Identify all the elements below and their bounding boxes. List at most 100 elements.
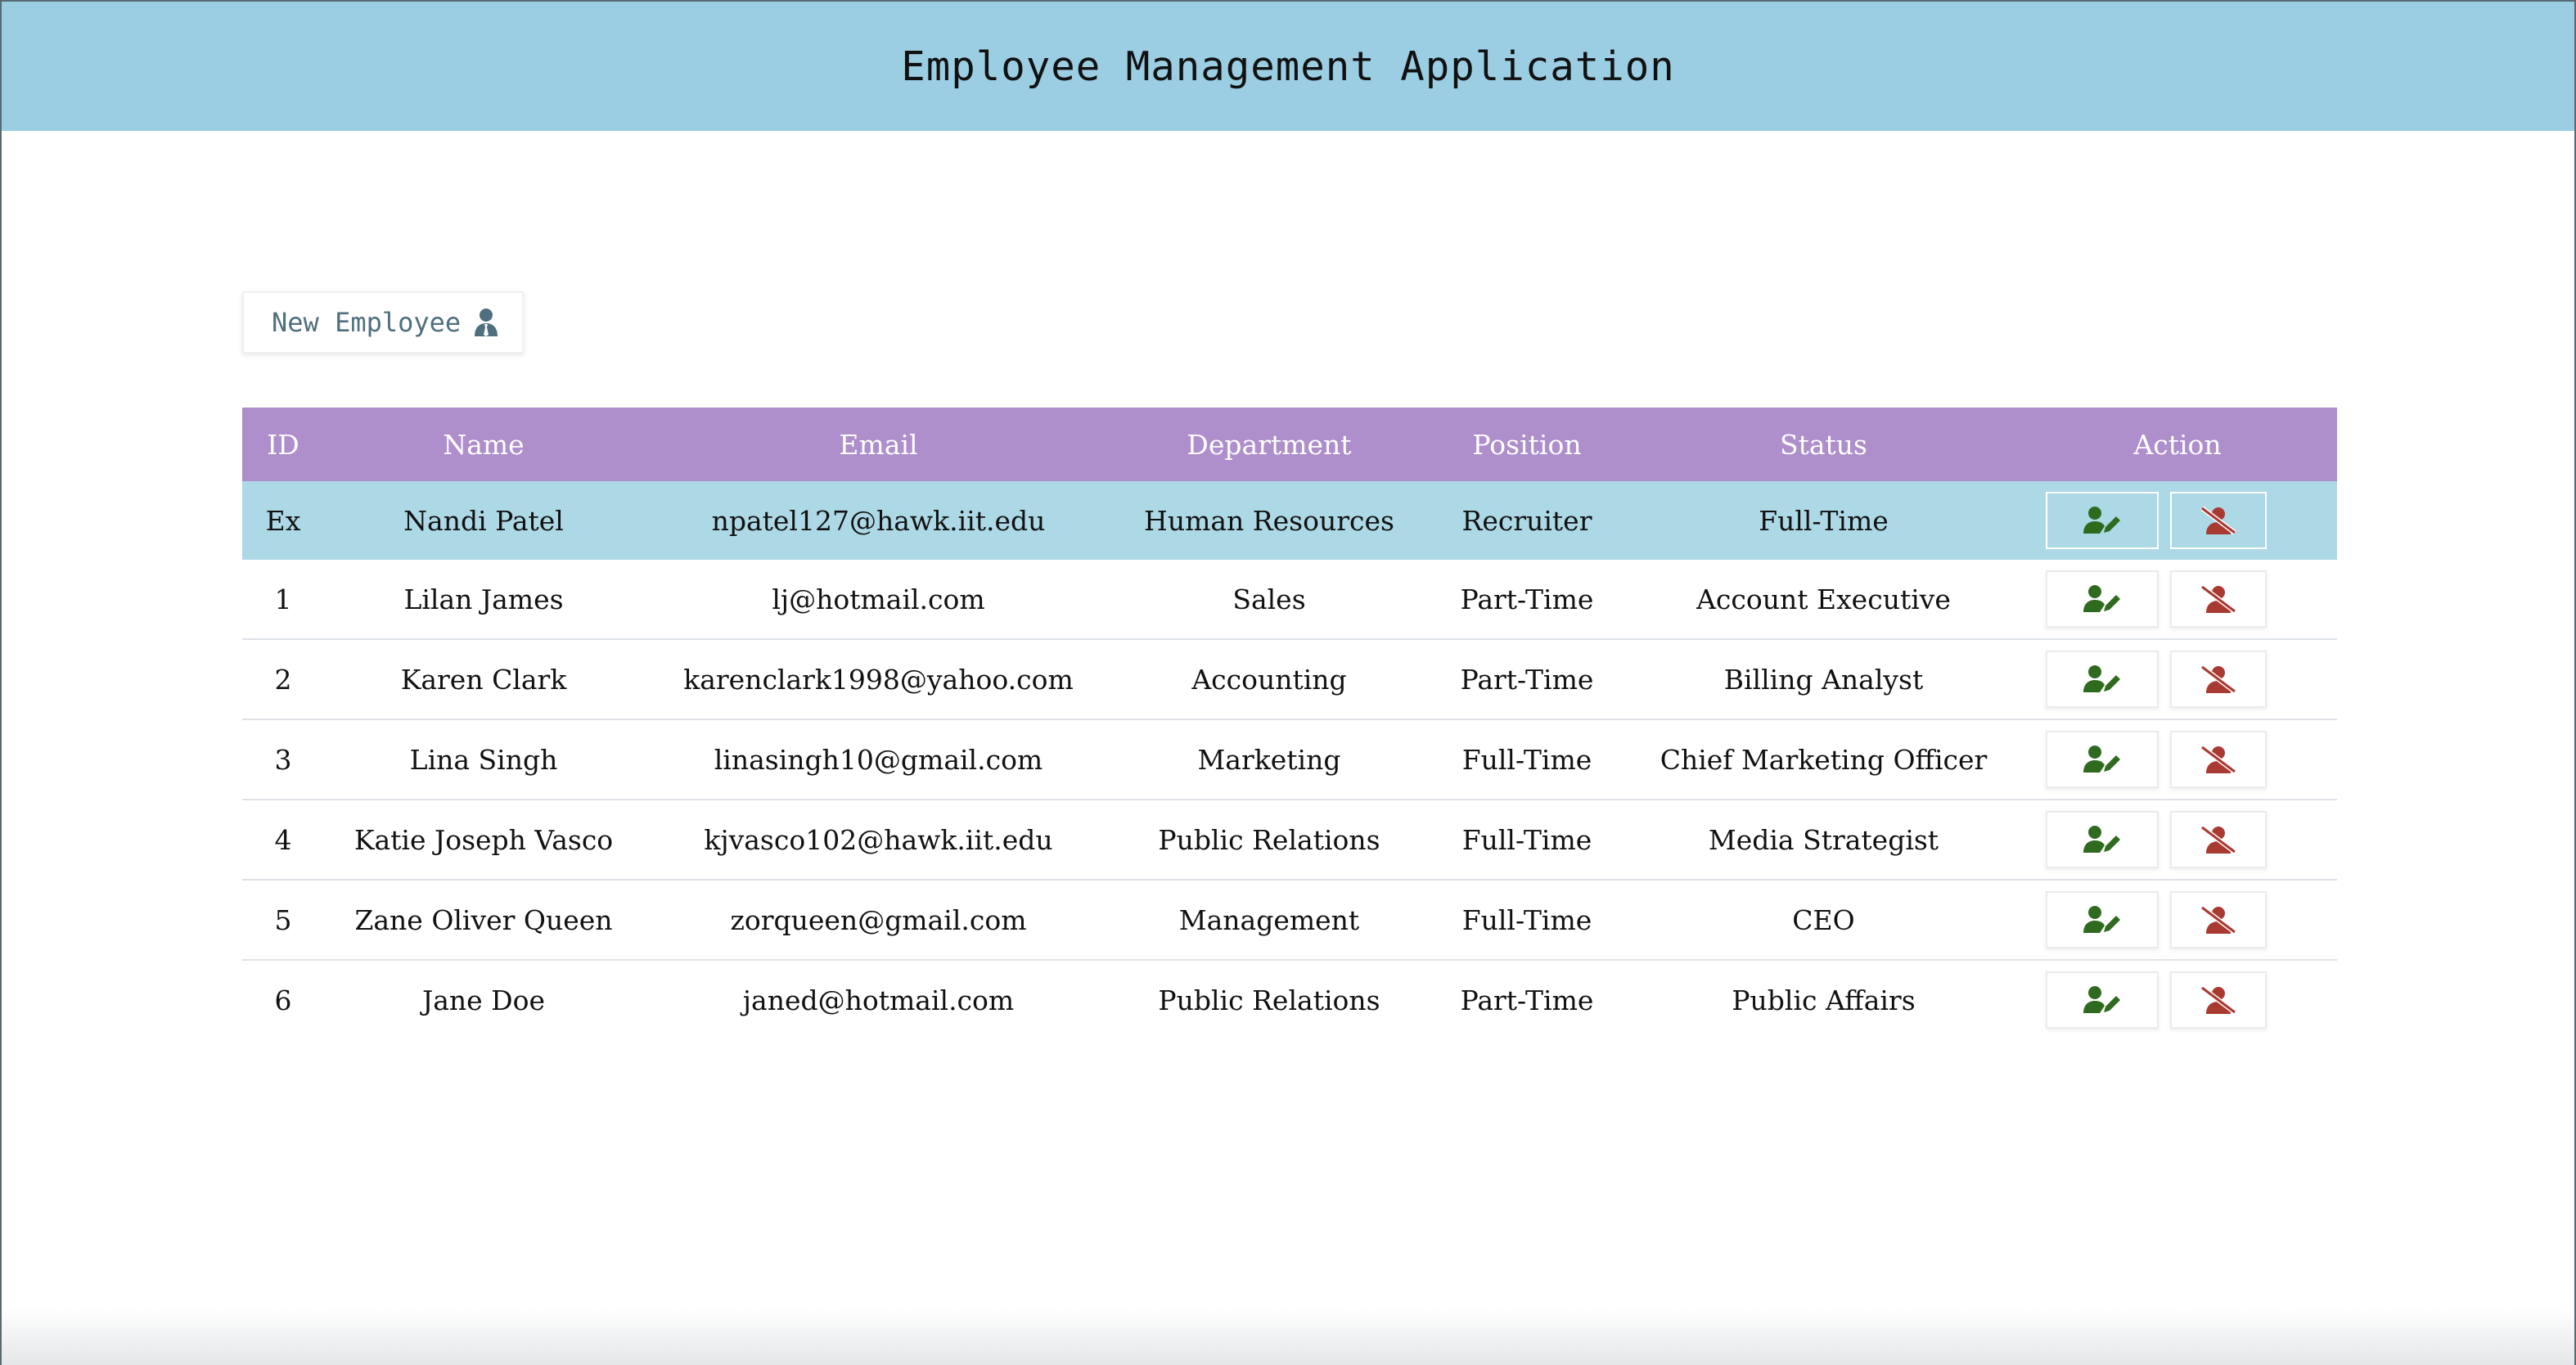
- action-buttons: [2018, 492, 2337, 549]
- cell-name: Zane Oliver Queen: [324, 880, 643, 961]
- cell-id: 2: [242, 639, 324, 720]
- column-header-name[interactable]: Name: [324, 408, 643, 481]
- table-body: Ex Nandi Patel npatel127@hawk.iit.edu Human…: [242, 481, 2337, 1039]
- cell-action: [2018, 960, 2337, 1039]
- cell-action: [2018, 560, 2337, 640]
- user-edit-icon: [2082, 905, 2123, 935]
- action-buttons: [2018, 971, 2337, 1029]
- action-buttons: [2018, 731, 2337, 788]
- cell-action: [2018, 800, 2337, 881]
- cell-email: zorqueen@gmail.com: [643, 880, 1114, 961]
- action-buttons: [2018, 570, 2337, 628]
- delete-employee-button[interactable]: [2170, 651, 2267, 708]
- user-edit-icon: [2082, 745, 2123, 774]
- table-row: 6 Jane Doe janed@hotmail.com Public Relatio…: [242, 960, 2337, 1039]
- cell-position: Full-Time: [1425, 800, 1629, 881]
- cell-status: Account Executive: [1629, 560, 2018, 640]
- edit-employee-button[interactable]: [2046, 651, 2159, 708]
- cell-id: 6: [274, 984, 292, 1016]
- table-row: 5 Zane Oliver Queen zorqueen@gmail.com Mana…: [242, 880, 2337, 961]
- cell-department: Accounting: [1114, 639, 1425, 720]
- new-employee-label: New Employee: [272, 307, 462, 338]
- cell-action: [2018, 639, 2337, 720]
- window-bottom-shadow: [2, 1308, 2574, 1365]
- delete-employee-button[interactable]: [2170, 492, 2267, 549]
- user-slash-icon: [2200, 583, 2237, 615]
- delete-employee-button[interactable]: [2170, 891, 2267, 948]
- edit-employee-button[interactable]: [2046, 492, 2159, 549]
- cell-department: Marketing: [1114, 719, 1425, 800]
- action-buttons: [2018, 651, 2337, 708]
- cell-id: 3: [242, 719, 324, 800]
- cell-action: [2018, 481, 2337, 560]
- table-row: Ex Nandi Patel npatel127@hawk.iit.edu Human…: [242, 481, 2337, 560]
- delete-employee-button[interactable]: [2170, 731, 2267, 788]
- new-employee-button[interactable]: New Employee: [242, 291, 524, 354]
- user-slash-icon: [2200, 984, 2237, 1016]
- table-row: 4 Katie Joseph Vasco kjvasco102@hawk.iit.e…: [242, 800, 2337, 881]
- user-slash-icon: [2200, 824, 2237, 855]
- cell-id: Ex: [242, 481, 324, 560]
- cell-name: Lina Singh: [324, 719, 643, 800]
- cell-name: Jane Doe: [421, 984, 546, 1016]
- user-edit-icon: [2082, 506, 2123, 535]
- edit-employee-button[interactable]: [2046, 891, 2159, 948]
- cell-name: Karen Clark: [324, 639, 643, 720]
- user-slash-icon: [2200, 904, 2237, 935]
- user-edit-icon: [2082, 825, 2123, 854]
- app-header: Employee Management Application: [2, 2, 2574, 131]
- user-slash-icon: [2200, 505, 2237, 536]
- cell-email: lj@hotmail.com: [643, 560, 1114, 640]
- column-header-department[interactable]: Department: [1114, 408, 1425, 481]
- app-title: Employee Management Application: [901, 43, 1675, 90]
- cell-position: Part-Time: [1425, 639, 1629, 720]
- cell-position: Full-Time: [1425, 719, 1629, 800]
- cell-department: Public Relations: [1114, 800, 1425, 881]
- cell-name: Katie Joseph Vasco: [324, 800, 643, 881]
- action-buttons: [2018, 811, 2337, 868]
- action-buttons: [2018, 891, 2337, 948]
- delete-employee-button[interactable]: [2170, 971, 2267, 1029]
- cell-email: npatel127@hawk.iit.edu: [643, 481, 1114, 560]
- cell-status: Media Strategist: [1629, 800, 2018, 881]
- cell-status: Billing Analyst: [1629, 639, 2018, 720]
- cell-position: Part-Time: [1425, 560, 1629, 640]
- cell-department: Management: [1114, 880, 1425, 961]
- column-header-action: Action: [2018, 408, 2337, 481]
- cell-position: Full-Time: [1425, 880, 1629, 961]
- user-tie-icon: [474, 308, 498, 337]
- cell-email: karenclark1998@yahoo.com: [643, 639, 1114, 720]
- delete-employee-button[interactable]: [2170, 570, 2267, 628]
- table-row: 3 Lina Singh linasingh10@gmail.com Marketin…: [242, 719, 2337, 800]
- column-header-id[interactable]: ID: [242, 408, 324, 481]
- column-header-status[interactable]: Status: [1629, 408, 2018, 481]
- cell-department: Sales: [1114, 560, 1425, 640]
- cell-id: 5: [242, 880, 324, 961]
- cell-email: linasingh10@gmail.com: [643, 719, 1114, 800]
- table-header: ID Name Email Department Position Status…: [242, 408, 2337, 481]
- employee-table: ID Name Email Department Position Status…: [242, 408, 2337, 1039]
- column-header-position[interactable]: Position: [1425, 408, 1629, 481]
- table-row: 2 Karen Clark karenclark1998@yahoo.com Acco…: [242, 639, 2337, 720]
- user-edit-icon: [2082, 985, 2123, 1015]
- cell-status: Public Affairs: [1732, 984, 1916, 1016]
- cell-status: CEO: [1629, 880, 2018, 961]
- cell-name: Lilan James: [324, 560, 643, 640]
- edit-employee-button[interactable]: [2046, 731, 2159, 788]
- user-edit-icon: [2082, 664, 2123, 694]
- user-slash-icon: [2200, 744, 2237, 775]
- cell-id: 1: [242, 560, 324, 640]
- edit-employee-button[interactable]: [2046, 570, 2159, 628]
- cell-action: [2018, 719, 2337, 800]
- cell-id: 4: [242, 800, 324, 881]
- cell-status: Chief Marketing Officer: [1629, 719, 2018, 800]
- user-slash-icon: [2200, 664, 2237, 695]
- edit-employee-button[interactable]: [2046, 971, 2159, 1029]
- cell-position: Recruiter: [1425, 481, 1629, 560]
- edit-employee-button[interactable]: [2046, 811, 2159, 868]
- column-header-email[interactable]: Email: [643, 408, 1114, 481]
- delete-employee-button[interactable]: [2170, 811, 2267, 868]
- cell-department: Public Relations: [1158, 984, 1380, 1016]
- cell-position: Part-Time: [1460, 984, 1594, 1016]
- cell-status: Full-Time: [1629, 481, 2018, 560]
